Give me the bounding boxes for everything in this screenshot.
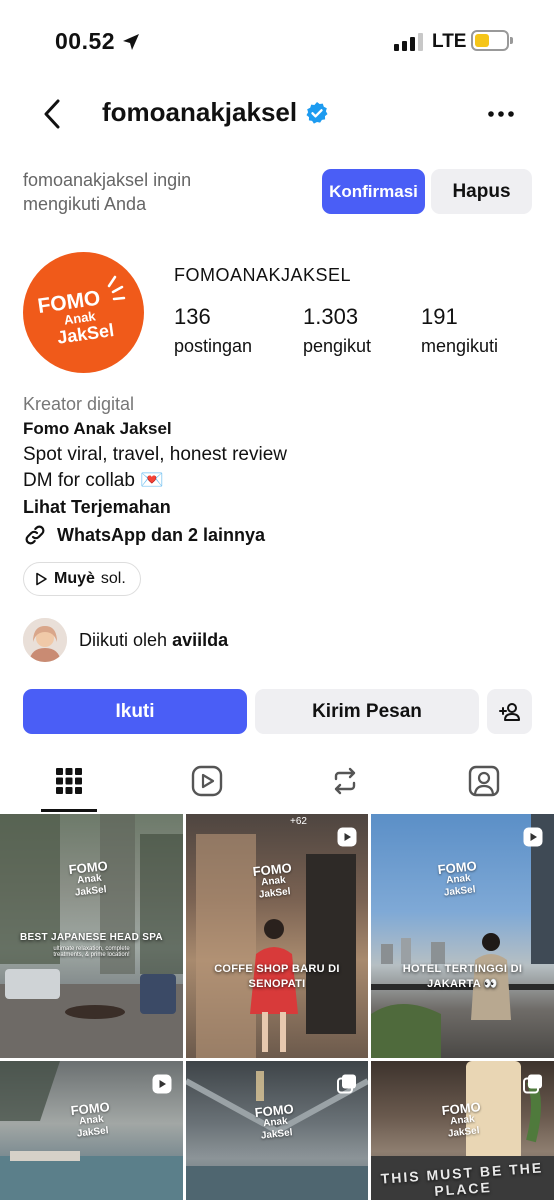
stat-posts[interactable]: 136 postingan	[174, 304, 252, 357]
post-count: +62	[290, 816, 307, 827]
network-label: LTE	[432, 31, 467, 52]
reel-indicator-icon	[523, 827, 543, 847]
followed-by[interactable]: Diikuti oleh aviilda	[23, 618, 228, 662]
follow-request-text: fomoanakjaksel ingin mengikuti Anda	[23, 170, 192, 214]
message-button[interactable]: Kirim Pesan	[255, 689, 479, 734]
back-arrow-icon[interactable]	[38, 96, 68, 132]
post-logo: FOMO Anak JakSel	[68, 858, 109, 899]
link-icon	[25, 525, 45, 545]
post-logo: FOMO Anak JakSel	[252, 860, 293, 901]
delete-button[interactable]: Hapus	[431, 169, 532, 214]
username-text: fomoanakjaksel	[102, 97, 298, 127]
stat-value: 191	[421, 304, 458, 329]
post-tile[interactable]: FOMO Anak JakSel HOTEL TERTINGGI DI JAKART…	[371, 814, 554, 1058]
post-logo: FOMO Anak JakSel	[441, 1099, 482, 1140]
status-bar: 00.52 LTE	[0, 0, 554, 84]
post-logo: FOMO Anak JakSel	[437, 858, 478, 899]
followed-by-name[interactable]: aviilda	[172, 630, 228, 650]
clock: 00.52	[55, 28, 141, 55]
followed-by-prefix: Diikuti oleh	[79, 629, 168, 650]
display-name: FOMOANAKJAKSEL	[174, 265, 352, 285]
bio-category: Kreator digital	[23, 394, 135, 414]
grid-icon[interactable]	[52, 764, 86, 798]
verified-badge-icon	[306, 101, 328, 124]
music-artist: Muyè	[54, 570, 95, 587]
reels-icon[interactable]	[190, 764, 224, 798]
see-translation-link[interactable]: Lihat Terjemahan	[23, 494, 523, 520]
stat-following[interactable]: 191 mengikuti	[421, 304, 498, 357]
stat-label: postingan	[174, 336, 253, 356]
avatar	[23, 618, 67, 662]
post-logo: FOMO Anak JakSel	[254, 1101, 295, 1142]
posts-grid: FOMO Anak JakSel BEST JAPANESE HEAD SPA ul…	[0, 814, 554, 1200]
profile-header: fomoanakjaksel	[0, 84, 554, 146]
suggest-people-button[interactable]	[487, 689, 532, 734]
stat-followers[interactable]: 1.303 pengikut	[303, 304, 371, 357]
location-arrow-icon	[123, 33, 140, 50]
stat-value: 1.303	[303, 304, 359, 329]
signal-icon	[394, 33, 423, 51]
post-tile[interactable]: FOMO Anak JakSel	[0, 1061, 183, 1200]
music-chip[interactable]: Muyè sol.	[23, 562, 141, 596]
carousel-indicator-icon	[523, 1074, 542, 1094]
more-options-icon[interactable]	[486, 106, 516, 122]
bio-links[interactable]: WhatsApp dan 2 lainnya	[23, 523, 523, 547]
clock-text: 00.52	[55, 28, 116, 54]
music-track: sol.	[100, 570, 126, 587]
bio-line: DM for collab 💌	[23, 470, 164, 491]
reposts-icon[interactable]	[328, 764, 362, 798]
active-tab-indicator	[41, 809, 97, 812]
links-label: WhatsApp dan 2 lainnya	[57, 524, 266, 545]
battery-icon	[471, 30, 513, 51]
add-person-icon	[498, 702, 520, 721]
post-title: BEST JAPANESE HEAD SPA	[20, 932, 163, 943]
post-title: HOTEL TERTINGGI DI JAKARTA 👀	[402, 963, 523, 990]
confirm-button[interactable]: Konfirmasi	[322, 169, 425, 214]
reel-indicator-icon	[152, 1074, 172, 1094]
post-tile[interactable]: FOMO Anak JakSel	[186, 1061, 368, 1200]
profile-avatar[interactable]: FOMO Anak JakSel	[23, 252, 144, 373]
tagged-icon[interactable]	[467, 764, 501, 798]
stat-value: 136	[174, 304, 211, 329]
post-title: COFFE SHOP BARU DI SENOPATI	[214, 963, 340, 990]
stat-label: pengikut	[303, 336, 372, 356]
follow-request-banner: fomoanakjaksel ingin mengikuti Anda Konf…	[23, 166, 533, 218]
header-username: fomoanakjaksel	[102, 97, 329, 128]
post-tile[interactable]: FOMO Anak JakSel BEST JAPANESE HEAD SPA ul…	[0, 814, 183, 1058]
bio-line: Spot viral, travel, honest review	[23, 444, 288, 465]
follow-button[interactable]: Ikuti	[23, 689, 247, 734]
fomo-logo: FOMO Anak JakSel	[36, 275, 126, 348]
bio: Kreator digital Fomo Anak Jaksel Spot vi…	[23, 392, 523, 547]
play-icon	[36, 572, 47, 586]
post-tile[interactable]: FOMO Anak JakSel THIS MUST BE THE PLACE	[371, 1061, 554, 1200]
post-subtitle: ultimate relaxation, complete treatments…	[53, 946, 130, 958]
bio-name: Fomo Anak Jaksel	[23, 419, 172, 438]
post-tile[interactable]: +62 FOMO Anak JakSel COFFE SHOP BARU DI SE…	[186, 814, 368, 1058]
stat-label: mengikuti	[421, 336, 499, 356]
reel-indicator-icon	[337, 827, 357, 847]
carousel-indicator-icon	[337, 1074, 356, 1094]
profile-tabs	[0, 752, 554, 814]
post-logo: FOMO Anak JakSel	[70, 1099, 111, 1140]
